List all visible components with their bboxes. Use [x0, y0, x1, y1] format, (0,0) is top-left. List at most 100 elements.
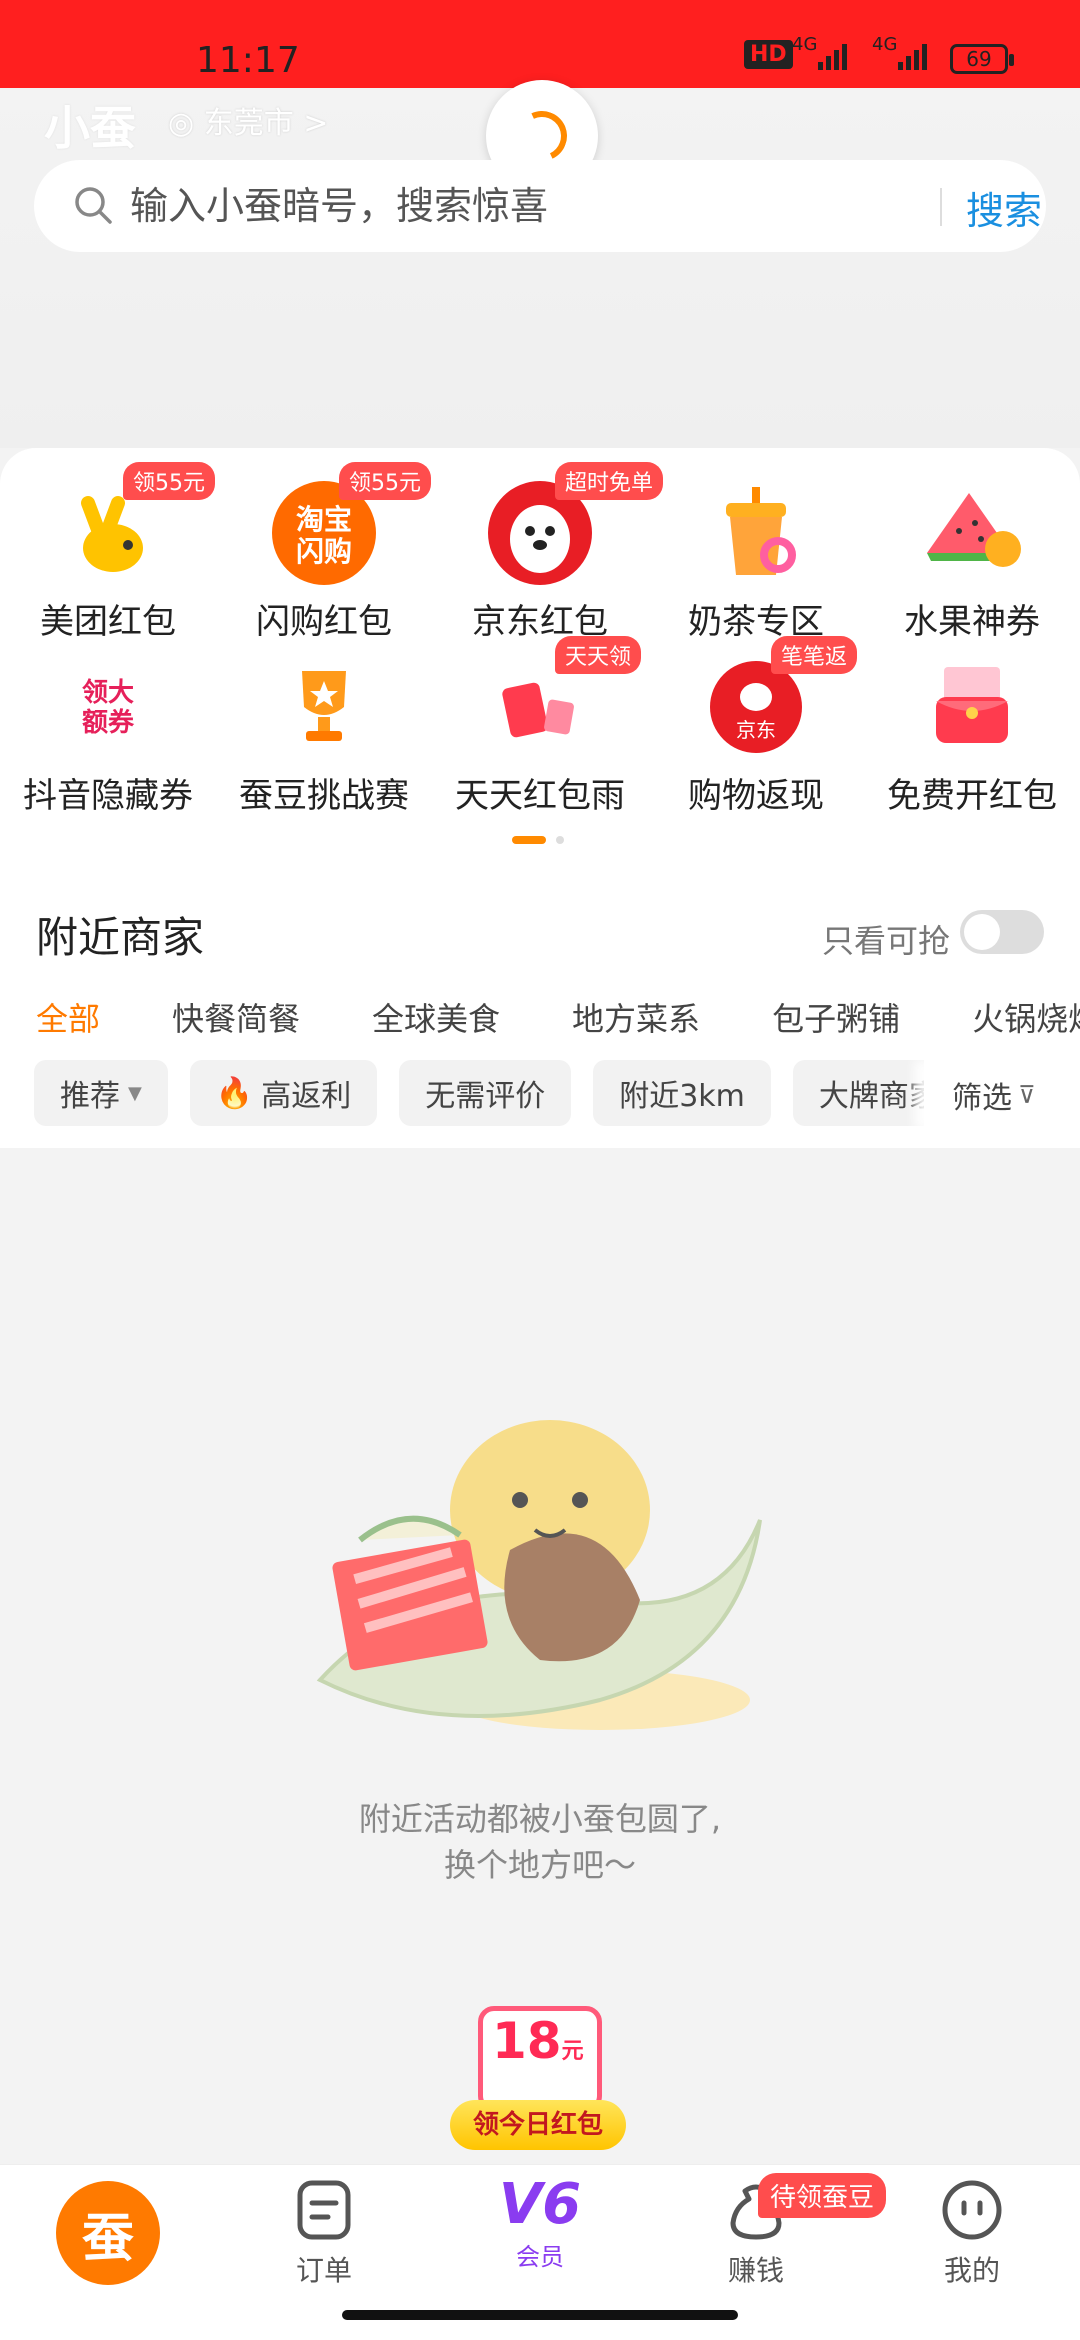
- spinner-ring-icon: [509, 103, 575, 169]
- location-label: 东莞市 >: [203, 106, 329, 141]
- chip-label: 无需评价: [425, 1079, 546, 1114]
- douyin-coupon-icon: 领大 额券: [53, 652, 163, 762]
- chip-label: 推荐: [60, 1079, 120, 1114]
- empty-state-illustration: [316, 1420, 762, 1730]
- tab-fast-food[interactable]: 快餐简餐: [172, 994, 300, 1040]
- nav-orders[interactable]: 订单: [216, 2179, 432, 2289]
- location-pin-icon: ◎: [168, 106, 204, 141]
- filter-button[interactable]: 筛选 ⊽: [924, 1060, 1080, 1130]
- home-logo-icon: 蚕: [81, 2208, 134, 2269]
- page-dot-active: [512, 836, 546, 844]
- location-selector[interactable]: ◎ 东莞市 >: [168, 98, 328, 142]
- red-packet-amount: 18元: [492, 2012, 584, 2070]
- category-badge: 领55元: [123, 462, 215, 500]
- category-grid: 领55元 美团红包 淘宝 闪购 领55元 闪购红包 超时免单 京东红包 奶茶专区 …: [0, 448, 1080, 868]
- battery-icon: 69: [950, 44, 1014, 74]
- toggle-label: 只看可抢: [822, 922, 951, 960]
- network-type-2: 4G: [872, 34, 898, 55]
- orders-icon: [297, 2180, 351, 2240]
- search-icon: [75, 187, 112, 224]
- signal-icon: [818, 44, 847, 70]
- tab-regional[interactable]: 地方菜系: [572, 994, 700, 1040]
- empty-state-line-2: 换个地方吧～: [443, 1846, 636, 1884]
- category-badge: 笔笔返: [771, 636, 858, 674]
- search-divider: [940, 188, 942, 226]
- nav-label: 我的: [943, 2254, 1000, 2287]
- category-badge: 领55元: [339, 462, 431, 500]
- nearby-section: 附近商家 只看可抢 全部 快餐简餐 全球美食 地方菜系 包子粥铺 火锅烧烤 推荐…: [0, 868, 1080, 1148]
- hd-voice-icon: HD: [744, 40, 793, 69]
- nav-label: 会员: [516, 2243, 564, 2271]
- red-envelope-rain-icon: 天天领: [485, 636, 642, 762]
- category-label: 蚕豆挑战赛: [239, 776, 409, 816]
- tab-global-food[interactable]: 全球美食: [372, 994, 500, 1040]
- daily-red-packet-button[interactable]: 18元 领今日红包: [450, 2006, 626, 2156]
- chip-label: 大牌商家: [818, 1079, 939, 1114]
- watermelon-icon: [917, 478, 1027, 588]
- page-indicator: [512, 836, 564, 844]
- chevron-down-icon: ▼: [128, 1082, 142, 1104]
- fire-icon: 🔥: [215, 1075, 254, 1111]
- filter-label: 筛选: [952, 1081, 1012, 1116]
- gift-box-icon: [917, 652, 1027, 762]
- trophy-icon: [269, 652, 379, 762]
- category-badge: 天天领: [555, 636, 642, 674]
- app-logo: 小蚕: [44, 101, 136, 155]
- svg-text:闪购: 闪购: [296, 535, 352, 568]
- page-dot: [556, 836, 564, 844]
- taobao-flash-icon: 淘宝 闪购 领55元: [269, 462, 431, 588]
- category-label: 免费开红包: [887, 776, 1057, 816]
- category-flash-sale[interactable]: 淘宝 闪购 领55元 闪购红包: [216, 462, 432, 643]
- svg-text:额券: 额券: [82, 708, 135, 738]
- tab-all[interactable]: 全部: [36, 994, 100, 1040]
- meituan-icon: 领55元: [53, 462, 215, 588]
- milk-tea-icon: [701, 478, 811, 588]
- funnel-icon: ⊽: [1018, 1081, 1036, 1109]
- category-badge: 超时免单: [555, 462, 664, 500]
- empty-state-message: 附近活动都被小蚕包圆了, 换个地方吧～: [0, 1796, 1080, 1888]
- category-milk-tea[interactable]: 奶茶专区: [648, 478, 864, 643]
- category-label: 闪购红包: [256, 602, 392, 642]
- chip-label: 高返利: [261, 1079, 352, 1114]
- red-packet-label: 领今日红包: [450, 2100, 626, 2150]
- category-meituan[interactable]: 领55元 美团红包: [0, 462, 216, 643]
- status-bar: 11:17 HD 4G 4G 69: [0, 0, 1080, 88]
- only-available-toggle[interactable]: [960, 910, 1044, 954]
- category-fruit[interactable]: 水果神券: [864, 478, 1080, 643]
- vip-level-badge: V6: [498, 2172, 582, 2237]
- category-label: 抖音隐藏券: [23, 776, 193, 816]
- nav-home[interactable]: 蚕: [56, 2181, 160, 2285]
- category-tabs: 全部 快餐简餐 全球美食 地方菜系 包子粥铺 火锅烧烤: [36, 994, 1080, 1040]
- category-douyin[interactable]: 领大 额券 抖音隐藏券: [0, 652, 216, 817]
- category-label: 水果神券: [904, 602, 1040, 642]
- svg-text:领大: 领大: [82, 677, 134, 708]
- chip-high-rebate[interactable]: 🔥 高返利: [189, 1060, 378, 1126]
- status-time: 11:17: [196, 40, 300, 81]
- tab-hotpot-bbq[interactable]: 火锅烧烤: [972, 994, 1080, 1040]
- category-jd[interactable]: 超时免单 京东红包: [432, 462, 664, 643]
- nav-vip[interactable]: V6 会员: [432, 2173, 648, 2272]
- nav-label: 赚钱: [727, 2254, 784, 2287]
- search-button[interactable]: 搜索: [966, 180, 1042, 235]
- nav-mine[interactable]: 我的: [864, 2179, 1080, 2289]
- category-red-envelope-rain[interactable]: 天天领 天天红包雨: [432, 636, 648, 817]
- tab-buns-porridge[interactable]: 包子粥铺: [772, 994, 900, 1040]
- chip-no-review[interactable]: 无需评价: [399, 1060, 572, 1126]
- chip-recommend[interactable]: 推荐 ▼: [34, 1060, 168, 1126]
- category-label: 天天红包雨: [455, 776, 625, 816]
- search-input[interactable]: [130, 176, 910, 236]
- profile-face-icon: [942, 2180, 1002, 2240]
- category-label: 美团红包: [40, 602, 176, 642]
- jd-cashback-icon: 京东 笔笔返: [701, 636, 858, 762]
- empty-state-line-1: 附近活动都被小蚕包圆了,: [358, 1800, 722, 1838]
- header: 小蚕 ◎ 东莞市 > 搜索: [0, 80, 1080, 448]
- network-type-1: 4G: [792, 34, 818, 55]
- chip-nearby-3km[interactable]: 附近3km: [593, 1060, 771, 1126]
- category-label: 购物返现: [688, 776, 824, 816]
- jd-dog-icon: 超时免单: [485, 462, 664, 588]
- home-indicator: [342, 2310, 738, 2320]
- category-cashback[interactable]: 京东 笔笔返 购物返现: [648, 636, 864, 817]
- section-title: 附近商家: [36, 913, 205, 962]
- category-challenge[interactable]: 蚕豆挑战赛: [216, 652, 432, 817]
- category-free-red-packet[interactable]: 免费开红包: [864, 652, 1080, 817]
